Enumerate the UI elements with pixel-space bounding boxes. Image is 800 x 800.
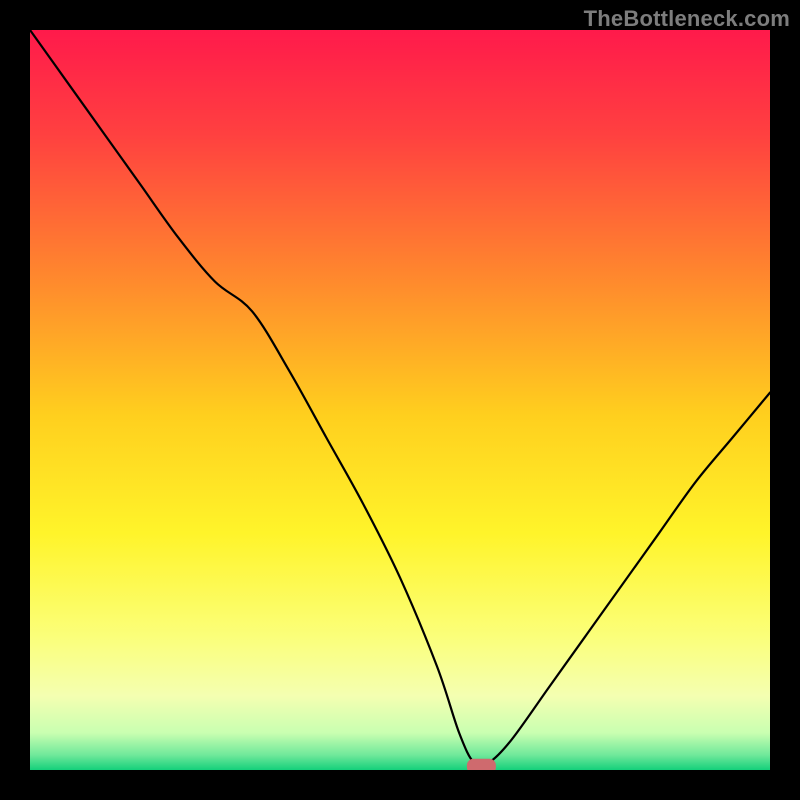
gradient-background — [30, 30, 770, 770]
plot-area — [30, 30, 770, 770]
chart-svg — [30, 30, 770, 770]
watermark-text: TheBottleneck.com — [584, 6, 790, 32]
optimal-marker — [467, 759, 495, 770]
chart-frame: TheBottleneck.com — [0, 0, 800, 800]
